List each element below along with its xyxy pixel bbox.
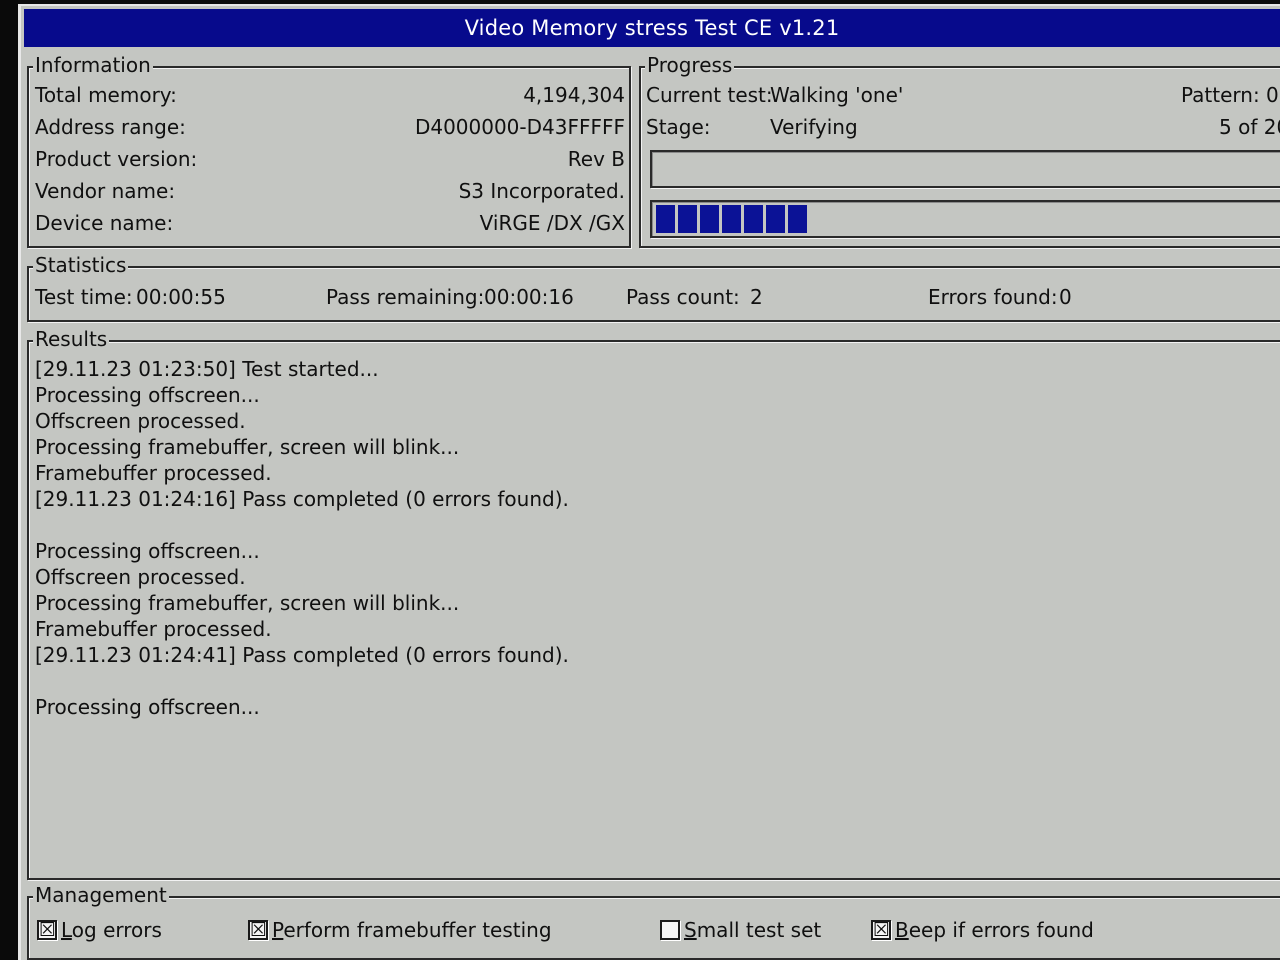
pass-remaining-value: 00:00:16 — [484, 285, 574, 309]
log-line: [29.11.23 01:24:41] Pass completed (0 er… — [35, 643, 569, 667]
information-label: Information — [33, 52, 153, 78]
vendor-name-value: S3 Incorporated. — [458, 179, 625, 203]
log-errors-label[interactable]: Log errors — [61, 917, 162, 943]
stage-count: 5 of 20 — [1219, 115, 1280, 139]
pass-remaining-label: Pass remaining: — [326, 285, 485, 309]
log-line: [29.11.23 01:23:50] Test started... — [35, 357, 379, 381]
management-group: Management ☒ Log errors ☒ Perform frameb… — [27, 882, 1280, 960]
log-line: Processing offscreen... — [35, 383, 260, 407]
progress-block — [722, 205, 741, 233]
device-name-key: Device name: — [35, 211, 174, 235]
progress-block — [656, 205, 675, 233]
product-version-value: Rev B — [567, 147, 625, 171]
statistics-group: Statistics Test time: 00:00:55 Pass rema… — [27, 252, 1280, 322]
progress-block — [766, 205, 785, 233]
window-title: Video Memory stress Test CE v1.21 — [464, 16, 840, 40]
management-label: Management — [33, 882, 169, 908]
log-line: Processing framebuffer, screen will blin… — [35, 591, 460, 615]
title-bar[interactable]: Video Memory stress Test CE v1.21 — [24, 9, 1280, 47]
progress-block — [744, 205, 763, 233]
test-time-label: Test time: — [35, 285, 133, 309]
address-range-value: D4000000-D43FFFFF — [414, 115, 625, 139]
progress-group: Progress Current test: Walking 'one' Pat… — [639, 52, 1280, 248]
framebuffer-testing-label[interactable]: Perform framebuffer testing — [272, 917, 552, 943]
information-group: Information Total memory: 4,194,304 Addr… — [27, 52, 631, 248]
log-line: Framebuffer processed. — [35, 461, 272, 485]
screen: Video Memory stress Test CE v1.21 Inform… — [0, 0, 1280, 960]
small-test-set-checkbox[interactable] — [660, 920, 680, 940]
errors-found-value: 0 — [1059, 285, 1072, 309]
log-line: [29.11.23 01:24:16] Pass completed (0 er… — [35, 487, 569, 511]
product-version-key: Product version: — [35, 147, 198, 171]
errors-found-label: Errors found: — [928, 285, 1058, 309]
beep-errors-checkbox[interactable]: ☒ — [871, 920, 891, 940]
overall-progress-fill — [656, 205, 807, 233]
test-time-value: 00:00:55 — [136, 285, 226, 309]
progress-block — [700, 205, 719, 233]
overall-progress-bar — [650, 200, 1280, 238]
progress-block — [788, 205, 807, 233]
log-errors-checkbox[interactable]: ☒ — [37, 920, 57, 940]
small-test-set-label[interactable]: Small test set — [684, 917, 821, 943]
pass-count-value: 2 — [750, 285, 763, 309]
log-line: Processing offscreen... — [35, 539, 260, 563]
pattern-progress-bar — [650, 150, 1280, 188]
results-log: [29.11.23 01:23:50] Test started... Proc… — [35, 356, 1280, 720]
framebuffer-testing-checkbox[interactable]: ☒ — [248, 920, 268, 940]
log-line: Offscreen processed. — [35, 409, 246, 433]
beep-errors-label[interactable]: Beep if errors found — [895, 917, 1094, 943]
vendor-name-key: Vendor name: — [35, 179, 176, 203]
pattern-text: Pattern: 01 — [1181, 83, 1280, 107]
total-memory-key: Total memory: — [35, 83, 177, 107]
log-line: Processing offscreen... — [35, 695, 260, 719]
results-label: Results — [33, 326, 110, 352]
screen-border — [0, 0, 18, 960]
stage-label: Stage: — [646, 115, 711, 139]
app-window: Video Memory stress Test CE v1.21 Inform… — [18, 4, 1280, 960]
address-range-key: Address range: — [35, 115, 186, 139]
statistics-label: Statistics — [33, 252, 129, 278]
log-line: Processing framebuffer, screen will blin… — [35, 435, 460, 459]
pass-count-label: Pass count: — [626, 285, 740, 309]
total-memory-value: 4,194,304 — [523, 83, 625, 107]
current-test-value: Walking 'one' — [770, 83, 904, 107]
progress-block — [678, 205, 697, 233]
results-group[interactable]: Results [29.11.23 01:23:50] Test started… — [27, 326, 1280, 880]
stage-value: Verifying — [770, 115, 858, 139]
log-line: Offscreen processed. — [35, 565, 246, 589]
progress-label: Progress — [645, 52, 735, 78]
log-line: Framebuffer processed. — [35, 617, 272, 641]
device-name-value: ViRGE /DX /GX — [479, 211, 625, 235]
current-test-label: Current test: — [646, 83, 773, 107]
